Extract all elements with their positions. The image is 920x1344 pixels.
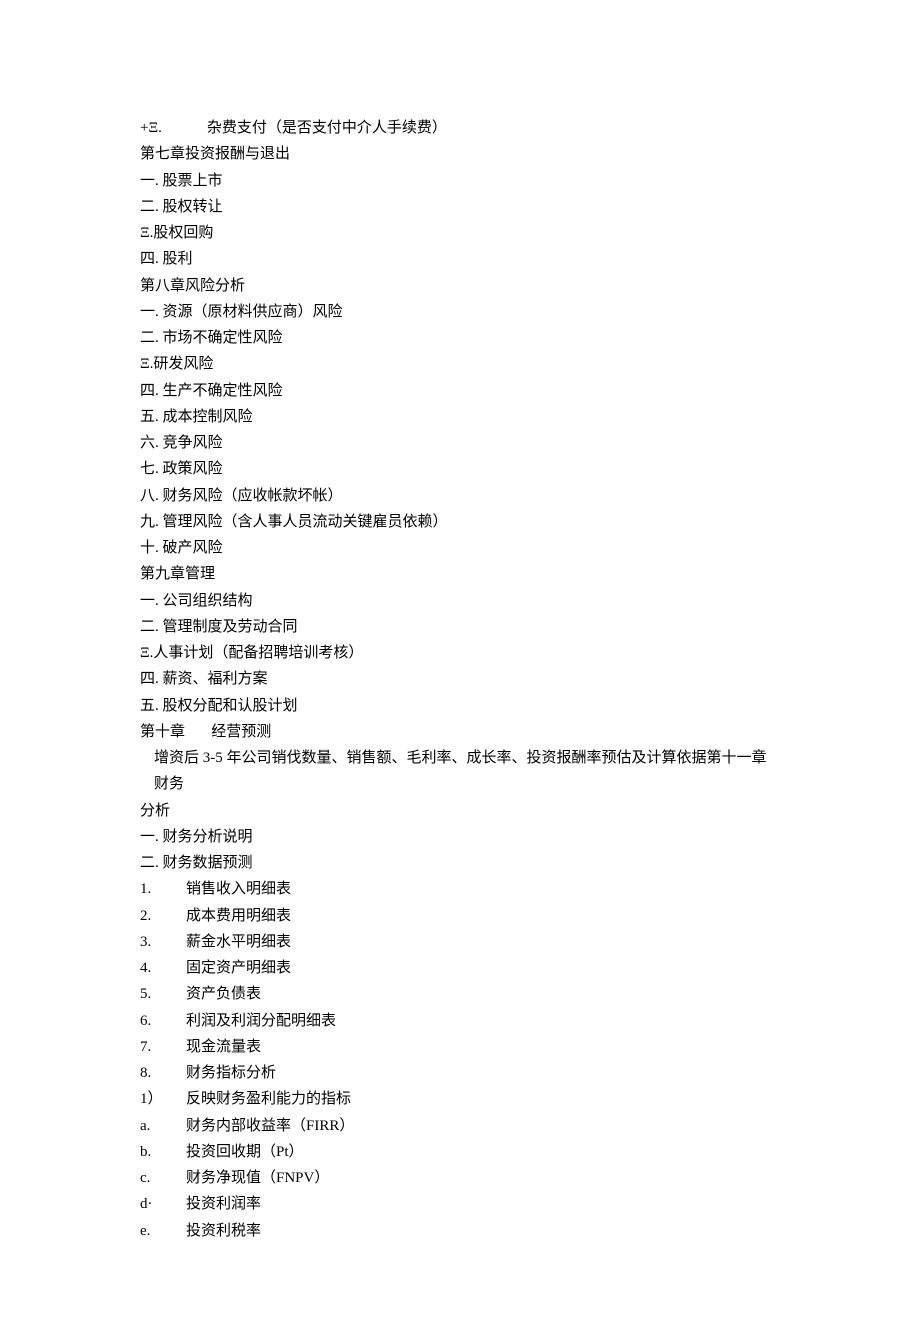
text-line: 二. 市场不确定性风险: [140, 325, 780, 351]
chapter-heading: 第九章管理: [140, 561, 780, 587]
text-content: 杂费支付（是否支付中介人手续费）: [207, 120, 447, 136]
text-line: +Ξ. 杂费支付（是否支付中介人手续费）: [140, 115, 780, 141]
text-content: 薪金水平明细表: [186, 934, 291, 950]
text-line: 八. 财务风险（应收帐款坏帐）: [140, 483, 780, 509]
list-item: 3.薪金水平明细表: [140, 929, 780, 955]
text-line: 二. 财务数据预测: [140, 850, 780, 876]
text-line: 九. 管理风险（含人事人员流动关键雇员依赖）: [140, 509, 780, 535]
list-item: b.投资回收期（Pt）: [140, 1139, 780, 1165]
list-marker: 8.: [140, 1060, 186, 1086]
list-item: d·投资利润率: [140, 1191, 780, 1217]
text-line: 增资后 3-5 年公司销伐数量、销售额、毛利率、成长率、投资报酬率预估及计算依据…: [140, 745, 780, 798]
list-marker: b.: [140, 1139, 186, 1165]
text-line: 一. 股票上市: [140, 168, 780, 194]
text-line: 五. 股权分配和认股计划: [140, 693, 780, 719]
text-line: 十. 破产风险: [140, 535, 780, 561]
text-content: 投资利润率: [186, 1196, 261, 1212]
list-marker: 3.: [140, 929, 186, 955]
list-item: 7.现金流量表: [140, 1034, 780, 1060]
text-content: 反映财务盈利能力的指标: [186, 1091, 351, 1107]
list-marker: 6.: [140, 1008, 186, 1034]
list-marker: 1.: [140, 876, 186, 902]
chapter-heading: 第八章风险分析: [140, 273, 780, 299]
list-item: 4.固定资产明细表: [140, 955, 780, 981]
text-line: 一. 财务分析说明: [140, 824, 780, 850]
list-marker: 4.: [140, 955, 186, 981]
text-line: Ξ.人事计划（配备招聘培训考核）: [140, 640, 780, 666]
chapter-heading: 第十章 经营预测: [140, 719, 780, 745]
text-content: 投资回收期（Pt）: [186, 1144, 304, 1160]
text-line: 一. 公司组织结构: [140, 588, 780, 614]
text-content: 资产负债表: [186, 986, 261, 1002]
list-marker: 2.: [140, 903, 186, 929]
text-content: 现金流量表: [186, 1039, 261, 1055]
text-line: Ξ.研发风险: [140, 351, 780, 377]
list-marker: d·: [140, 1191, 186, 1217]
list-item: c.财务净现值（FNPV）: [140, 1165, 780, 1191]
list-item: 6.利润及利润分配明细表: [140, 1008, 780, 1034]
text-content: 财务指标分析: [186, 1065, 276, 1081]
text-line: 二. 管理制度及劳动合同: [140, 614, 780, 640]
list-item: 1.销售收入明细表: [140, 876, 780, 902]
text-line: 一. 资源（原材料供应商）风险: [140, 299, 780, 325]
list-item: a.财务内部收益率（FIRR）: [140, 1113, 780, 1139]
list-item: 5.资产负债表: [140, 981, 780, 1007]
list-marker: 7.: [140, 1034, 186, 1060]
list-marker: +Ξ.: [140, 120, 207, 136]
list-marker: 1）: [140, 1086, 186, 1112]
text-line: 五. 成本控制风险: [140, 404, 780, 430]
list-marker: 5.: [140, 981, 186, 1007]
text-line: 分析: [140, 798, 780, 824]
chapter-heading: 第七章投资报酬与退出: [140, 141, 780, 167]
text-line: 四. 薪资、福利方案: [140, 666, 780, 692]
text-line: 七. 政策风险: [140, 456, 780, 482]
text-line: 二. 股权转让: [140, 194, 780, 220]
text-content: 固定资产明细表: [186, 960, 291, 976]
text-line: 六. 竞争风险: [140, 430, 780, 456]
text-line: Ξ.股权回购: [140, 220, 780, 246]
text-content: 财务内部收益率（FIRR）: [186, 1118, 354, 1134]
text-content: 销售收入明细表: [186, 881, 291, 897]
text-content: 财务净现值（FNPV）: [186, 1170, 329, 1186]
list-item: 1）反映财务盈利能力的指标: [140, 1086, 780, 1112]
text-content: 成本费用明细表: [186, 908, 291, 924]
list-marker: a.: [140, 1113, 186, 1139]
list-marker: e.: [140, 1218, 186, 1244]
list-item: 8.财务指标分析: [140, 1060, 780, 1086]
text-line: 四. 股利: [140, 246, 780, 272]
list-item: e.投资利税率: [140, 1218, 780, 1244]
text-content: 投资利税率: [186, 1223, 261, 1239]
text-content: 利润及利润分配明细表: [186, 1013, 336, 1029]
text-line: 四. 生产不确定性风险: [140, 378, 780, 404]
list-item: 2.成本费用明细表: [140, 903, 780, 929]
list-marker: c.: [140, 1165, 186, 1191]
